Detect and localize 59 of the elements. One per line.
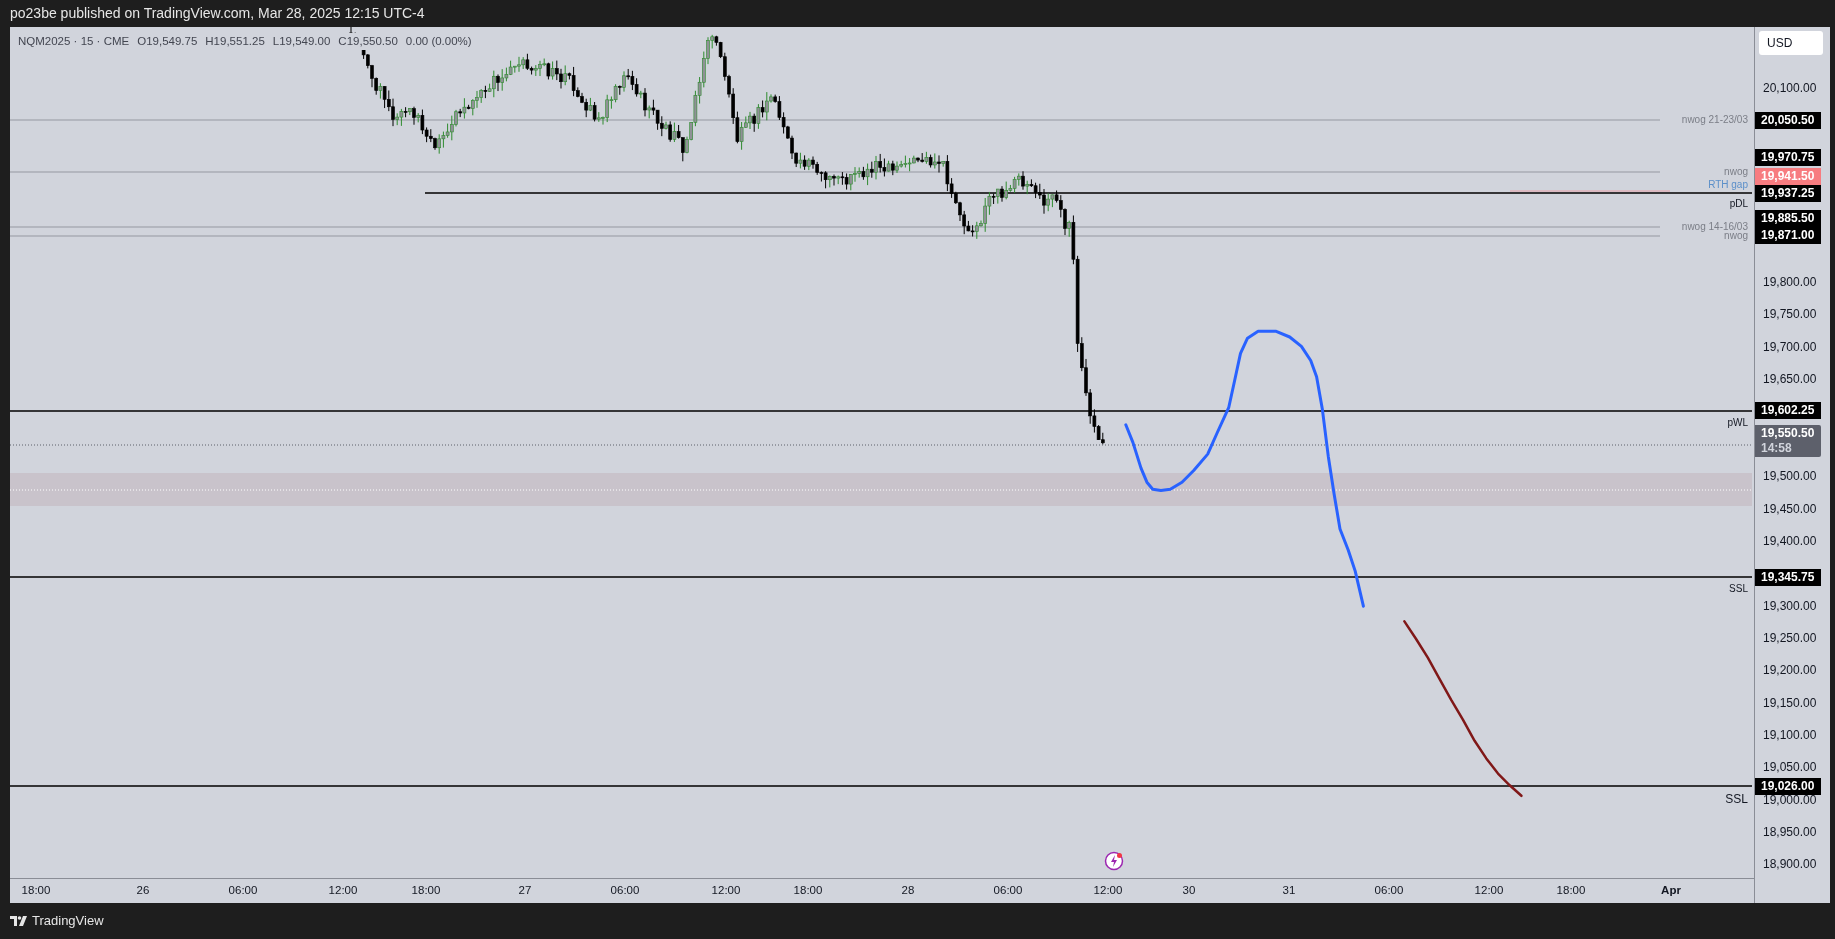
time-tick: 18:00 <box>1556 883 1586 897</box>
time-tick: 12:00 <box>1474 883 1504 897</box>
price-tick: 19,050.00 <box>1763 760 1817 775</box>
time-tick: Apr <box>1661 883 1681 897</box>
time-tick: 18:00 <box>411 883 441 897</box>
price-tick: 18,950.00 <box>1763 825 1817 840</box>
price-tick: 20,100.00 <box>1763 81 1817 95</box>
price-tick: 19,650.00 <box>1763 372 1817 387</box>
price-tag: 19,970.75 <box>1755 148 1821 166</box>
price-tick: 19,800.00 <box>1763 275 1817 290</box>
level-label: nwog 14-16/03 <box>1681 220 1748 233</box>
price-tick: 19,150.00 <box>1763 695 1817 710</box>
level-label: nwog 21-23/03 <box>1681 113 1748 127</box>
time-tick: 26 <box>136 883 150 897</box>
price-tick: 19,450.00 <box>1763 501 1817 516</box>
price-tag: 19,345.75 <box>1755 568 1821 586</box>
price-tick: 19,000.00 <box>1763 792 1817 807</box>
price-tag: 19,941.50 <box>1755 167 1821 185</box>
price-tag: 20,050.50 <box>1755 111 1821 129</box>
price-tick: 19,700.00 <box>1763 339 1817 354</box>
time-tick: 06:00 <box>228 883 258 897</box>
time-tick: 18:00 <box>793 883 823 897</box>
time-tick: 06:00 <box>610 883 640 897</box>
time-tick: 06:00 <box>993 883 1023 897</box>
time-tick: 12:00 <box>711 883 741 897</box>
price-tick: 19,750.00 <box>1763 307 1817 322</box>
level-label: SSL <box>1725 792 1748 806</box>
current-price: 19,550.50 <box>1761 426 1816 441</box>
logo-icon[interactable] <box>10 916 28 926</box>
level-label: pDL <box>1729 197 1748 211</box>
time-tick: 12:00 <box>1093 883 1123 897</box>
price-tag: 19,602.25 <box>1755 401 1821 419</box>
time-tick: 30 <box>1182 883 1196 897</box>
time-tick: 31 <box>1282 883 1296 897</box>
level-label: pWL <box>1727 416 1748 430</box>
price-tick: 19,250.00 <box>1763 630 1817 645</box>
price-tick: 19,100.00 <box>1763 728 1817 742</box>
brand-name[interactable]: TradingView <box>32 911 104 931</box>
price-tick: 19,200.00 <box>1763 663 1817 678</box>
price-tick: 18,900.00 <box>1763 857 1817 872</box>
level-label: SSL <box>1729 582 1748 596</box>
time-tick: 18:00 <box>21 883 51 897</box>
price-tick: 19,500.00 <box>1763 469 1817 484</box>
level-label: nwog <box>1724 165 1748 179</box>
price-tick: 19,400.00 <box>1763 533 1817 548</box>
time-tick: 28 <box>901 883 915 897</box>
ohlc-value: C19,550.50 <box>338 33 398 51</box>
level-label: RTH gap <box>1708 178 1748 192</box>
currency-button[interactable]: USD <box>1759 31 1823 55</box>
level-label: nwog <box>1724 230 1748 243</box>
price-tag: 19,885.50 <box>1755 209 1821 227</box>
time-tick: 12:00 <box>328 883 358 897</box>
price-tick: 19,300.00 <box>1763 598 1817 613</box>
time-tick: 06:00 <box>1374 883 1404 897</box>
lightning-icon[interactable] <box>1104 851 1124 871</box>
time-tick: 27 <box>518 883 532 897</box>
bar-countdown: 14:58 <box>1761 441 1793 456</box>
publish-info: po23be published on TradingView.com, Mar 28, 2025 12:15 UTC-4 <box>10 4 425 23</box>
price-tag: 19,026.00 <box>1755 777 1821 795</box>
